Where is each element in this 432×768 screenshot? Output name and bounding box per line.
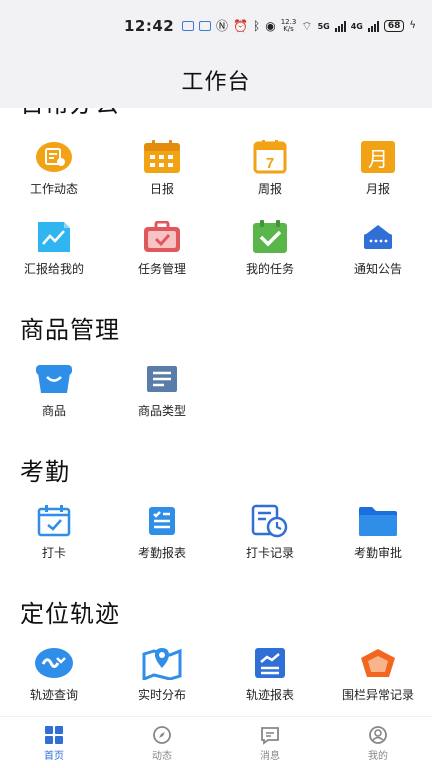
tile-goods-type[interactable]: 商品类型 [108,354,216,434]
app-notification-icon [182,21,195,31]
message-icon [261,727,279,745]
tile-label: 打卡 [41,546,66,560]
notice-icon [358,220,398,254]
tile-attendance-approval[interactable]: 考勤审批 [324,496,432,576]
tab-label: 我的 [368,751,388,762]
header: 工作台 [0,52,432,108]
clock-in-record-icon [250,504,290,538]
location-track-grid: 轨迹查询 实时分布 轨迹报表 围栏异常记录 [0,638,432,716]
nfc-icon: Ⓝ [216,19,229,33]
tile-label: 围栏异常记录 [341,688,414,702]
tile-label: 日报 [149,182,174,196]
tile-label: 商品类型 [137,404,186,418]
status-time: 12:42 [124,17,175,35]
battery-icon: 68 [383,20,405,32]
bottom-tab-bar: 首页 动态 消息 我的 [0,716,432,768]
wifi-icon: ⌔ [301,19,313,33]
signal-bars-icon-2 [367,20,379,32]
tile-track-report[interactable]: 轨迹报表 [216,638,324,716]
tile-attendance-report[interactable]: 考勤报表 [108,496,216,576]
tab-messages[interactable]: 消息 [216,717,324,768]
section-title-daily-office: 日常办公 [0,108,432,132]
tile-label: 轨迹查询 [29,688,78,702]
tab-dynamics[interactable]: 动态 [108,717,216,768]
tile-task-management[interactable]: 任务管理 [108,212,216,292]
report-to-me-chart-icon [34,220,74,254]
goods-basket-icon [34,362,74,396]
tab-label: 消息 [260,751,280,762]
tile-label: 考勤审批 [353,546,402,560]
tile-label: 实时分布 [137,688,186,702]
section-title-location-track: 定位轨迹 [20,600,120,628]
tile-label: 任务管理 [137,262,186,276]
tile-label: 周报 [257,182,282,196]
fence-exception-icon [358,646,398,680]
daily-report-calendar-icon [142,140,182,174]
tile-label: 汇报给我的 [23,262,84,276]
status-bar: 12:42 Ⓝ ⏰ ᛒ ◉ 12.3 K/s ⌔ 5G 4G 68 ϟ [0,0,432,52]
page-title: 工作台 [181,70,251,95]
tile-label: 商品 [41,404,66,418]
track-report-icon [250,646,290,680]
clock-in-calendar-icon [34,504,74,538]
alarm-icon: ⏰ [233,19,249,33]
network-speed: 12.3 K/s [281,19,297,33]
tile-label: 打卡记录 [245,546,294,560]
tile-label: 月报 [365,182,390,196]
tab-mine[interactable]: 我的 [324,717,432,768]
tile-label: 我的任务 [245,262,294,276]
monthly-icon-char: 月 [368,147,388,171]
status-icons: Ⓝ ⏰ ᛒ ◉ 12.3 K/s ⌔ 5G 4G 68 ϟ [182,19,416,33]
tile-goods[interactable]: 商品 [0,354,108,434]
speed-unit: K/s [283,25,294,33]
weekly-report-calendar-icon: 7 [250,140,290,174]
work-dynamics-icon [34,140,74,174]
tile-realtime-distribution[interactable]: 实时分布 [108,638,216,716]
profile-icon [369,726,387,744]
tab-label: 动态 [152,751,172,762]
tile-work-dynamics[interactable]: 工作动态 [0,132,108,212]
network-5g-label: 5G [317,21,330,31]
workbench-content[interactable]: 日常办公 工作动态 日报 7 周报 [0,108,432,716]
section-title-goods-management: 商品管理 [20,316,120,344]
attendance-grid: 打卡 考勤报表 打卡记录 考勤审批 [0,496,432,576]
home-grid-icon [45,726,63,744]
my-tasks-check-icon [250,220,290,254]
tile-label: 轨迹报表 [245,688,294,702]
track-query-icon [34,646,74,680]
monthly-report-icon: 月 [358,140,398,174]
signal-bars-icon [334,20,346,32]
tile-monthly-report[interactable]: 月 月报 [324,132,432,212]
tile-report-to-me[interactable]: 汇报给我的 [0,212,108,292]
charging-icon: ϟ [409,20,416,31]
tile-label: 通知公告 [353,262,402,276]
tab-label: 首页 [44,751,64,762]
tile-label: 工作动态 [29,182,78,196]
task-management-briefcase-icon [142,220,182,254]
goods-management-grid: 商品 商品类型 [0,354,432,434]
tile-clock-in-record[interactable]: 打卡记录 [216,496,324,576]
bluetooth-icon: ᛒ [253,19,261,33]
attendance-report-icon [142,504,182,538]
weekly-icon-number: 7 [266,155,274,172]
compass-icon [153,726,171,744]
daily-office-grid: 工作动态 日报 7 周报 月 月报 汇报给我的 任务管理 我的任务 通知公告 [0,132,432,292]
attendance-approval-folder-icon [358,504,398,538]
app-notification-icon-2 [199,21,212,31]
tile-label: 考勤报表 [137,546,186,560]
tile-fence-exception[interactable]: 围栏异常记录 [324,638,432,716]
section-title-attendance: 考勤 [20,458,70,486]
network-4g-label: 4G [350,21,363,31]
tile-clock-in[interactable]: 打卡 [0,496,108,576]
realtime-map-icon [142,646,182,680]
tab-home[interactable]: 首页 [0,717,108,768]
goods-type-list-icon [142,362,182,396]
tile-notice[interactable]: 通知公告 [324,212,432,292]
tile-track-query[interactable]: 轨迹查询 [0,638,108,716]
tile-daily-report[interactable]: 日报 [108,132,216,212]
location-icon: ◉ [265,19,276,33]
tile-weekly-report[interactable]: 7 周报 [216,132,324,212]
tile-my-tasks[interactable]: 我的任务 [216,212,324,292]
